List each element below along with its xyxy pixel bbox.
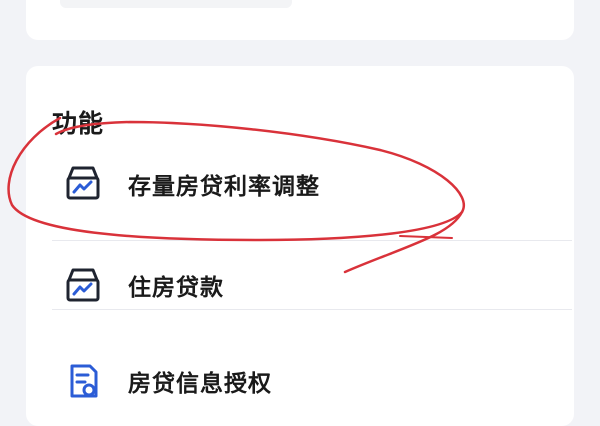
top-card-bar [60,0,292,8]
house-loan-icon [66,268,100,302]
list-item-label: 住房贷款 [128,275,224,301]
section-title: 功能 [52,109,105,138]
functions-card: 功能 存量房贷利率调整 住房贷款 房贷信息授权 [26,66,574,426]
list-item-label: 房贷信息授权 [128,371,272,397]
top-card [26,0,574,40]
list-item-mortgage-rate-adjustment[interactable]: 存量房贷利率调整 [52,136,572,240]
house-loan-icon [66,166,100,200]
document-authorization-icon [70,364,98,398]
list-item-mortgage-info-authorization[interactable]: 房贷信息授权 [52,310,572,414]
list-item-label: 存量房贷利率调整 [128,174,320,200]
